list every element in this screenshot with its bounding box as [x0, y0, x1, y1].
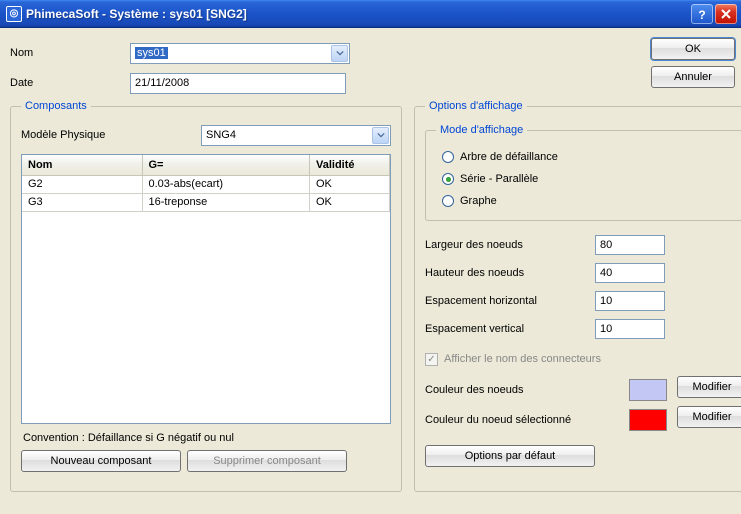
cell: 16-treponse	[142, 193, 310, 211]
radio-icon	[442, 151, 454, 163]
col-nom[interactable]: Nom	[22, 155, 142, 175]
checkbox-icon: ✓	[425, 353, 438, 366]
ok-button[interactable]: OK	[651, 38, 735, 60]
col-g[interactable]: G=	[142, 155, 310, 175]
close-button[interactable]	[715, 4, 737, 24]
chevron-down-icon[interactable]	[372, 127, 389, 144]
cell: G3	[22, 193, 142, 211]
mode-legend: Mode d'affichage	[436, 124, 527, 136]
date-label: Date	[10, 77, 130, 89]
cell: OK	[310, 193, 390, 211]
sel-node-color-swatch	[629, 409, 667, 431]
node-color-swatch	[629, 379, 667, 401]
delete-component-button[interactable]: Supprimer composant	[187, 450, 347, 472]
new-component-button[interactable]: Nouveau composant	[21, 450, 181, 472]
modify-node-color-button[interactable]: Modifier	[677, 376, 741, 398]
radio-serie[interactable]: Série - Parallèle	[436, 168, 736, 190]
mode-group: Mode d'affichage Arbre de défaillance Sé…	[425, 124, 741, 221]
radio-icon	[442, 195, 454, 207]
table-row[interactable]: G3 16-treponse OK	[22, 193, 390, 211]
vspacing-label: Espacement vertical	[425, 323, 595, 335]
radio-label: Graphe	[460, 195, 497, 207]
svg-text:?: ?	[698, 8, 705, 20]
node-height-label: Hauteur des noeuds	[425, 267, 595, 279]
col-validite[interactable]: Validité	[310, 155, 390, 175]
node-color-label: Couleur des noeuds	[425, 384, 629, 396]
node-width-input[interactable]	[595, 235, 665, 255]
chevron-down-icon[interactable]	[331, 45, 348, 62]
radio-tree[interactable]: Arbre de défaillance	[436, 146, 736, 168]
client-area: Nom sys01 Date OK Annuler Composants	[0, 28, 741, 514]
name-value: sys01	[135, 47, 168, 59]
hspacing-label: Espacement horizontal	[425, 295, 595, 307]
model-value: SNG4	[206, 129, 236, 141]
titlebar: ◎ PhimecaSoft - Système : sys01 [SNG2] ?	[0, 0, 741, 28]
node-width-label: Largeur des noeuds	[425, 239, 595, 251]
date-input[interactable]	[130, 73, 346, 94]
modify-sel-color-button[interactable]: Modifier	[677, 406, 741, 428]
cell: 0.03-abs(ecart)	[142, 175, 310, 193]
options-legend: Options d'affichage	[425, 100, 527, 112]
check-label: Afficher le nom des connecteurs	[444, 353, 601, 365]
defaults-button[interactable]: Options par défaut	[425, 445, 595, 467]
model-label: Modèle Physique	[21, 129, 201, 141]
vspacing-input[interactable]	[595, 319, 665, 339]
show-connectors-check: ✓ Afficher le nom des connecteurs	[425, 347, 741, 371]
options-group: Options d'affichage Mode d'affichage Arb…	[414, 100, 741, 492]
radio-graph[interactable]: Graphe	[436, 190, 736, 212]
radio-label: Arbre de défaillance	[460, 151, 558, 163]
help-button[interactable]: ?	[691, 4, 713, 24]
table-row[interactable]: G2 0.03-abs(ecart) OK	[22, 175, 390, 193]
node-height-input[interactable]	[595, 263, 665, 283]
cell: G2	[22, 175, 142, 193]
name-combo[interactable]: sys01	[130, 43, 350, 64]
hspacing-input[interactable]	[595, 291, 665, 311]
composants-group: Composants Modèle Physique SNG4 Nom	[10, 100, 402, 492]
model-combo[interactable]: SNG4	[201, 125, 391, 146]
app-icon: ◎	[6, 6, 22, 22]
radio-label: Série - Parallèle	[460, 173, 538, 185]
window-title: PhimecaSoft - Système : sys01 [SNG2]	[26, 7, 689, 21]
name-label: Nom	[10, 47, 130, 59]
cell: OK	[310, 175, 390, 193]
sel-node-color-label: Couleur du noeud sélectionné	[425, 414, 629, 426]
components-table[interactable]: Nom G= Validité G2 0.03-abs(ecart) OK G3	[21, 154, 391, 424]
convention-text: Convention : Défaillance si G négatif ou…	[23, 432, 391, 444]
composants-legend: Composants	[21, 100, 91, 112]
radio-icon	[442, 173, 454, 185]
cancel-button[interactable]: Annuler	[651, 66, 735, 88]
